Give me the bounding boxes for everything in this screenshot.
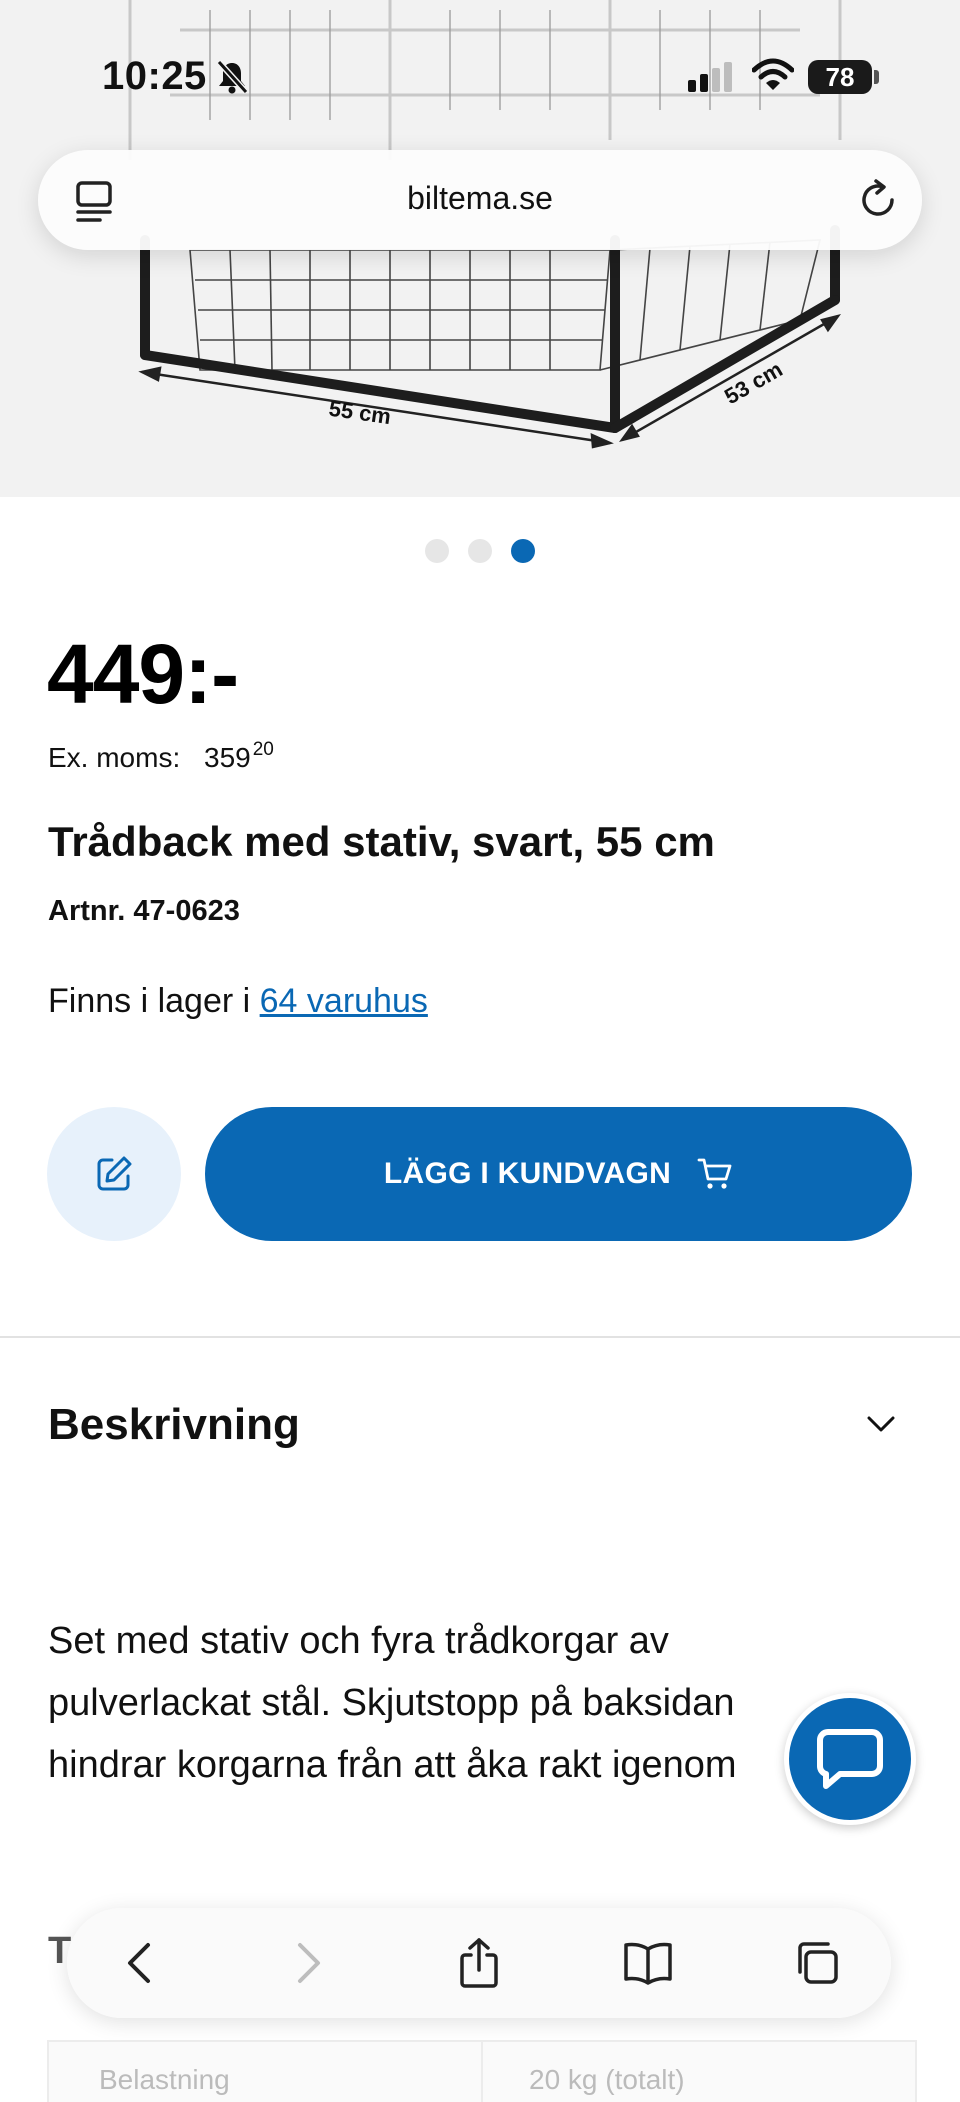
status-time: 10:25 [102,54,207,98]
ex-moms-value: 359 [204,742,251,773]
ex-moms-price: Ex. moms: 359 20 [48,739,274,774]
product-price: 449:- [47,627,239,721]
edit-list-button[interactable] [47,1107,181,1241]
carousel-dot-3-active[interactable] [511,539,535,563]
stock-stores-link[interactable]: 64 varuhus [260,982,428,1020]
stock-prefix: Finns i lager i [48,982,260,1020]
tabs-icon[interactable] [789,1935,845,1991]
carousel-dot-2[interactable] [468,539,492,563]
status-bar: 10:25 78 [0,0,960,120]
spec-label: Belastning [99,2064,230,2095]
wifi-icon [751,58,795,97]
share-icon[interactable] [451,1935,507,1991]
address-bar[interactable]: biltema.se [38,150,922,250]
ex-moms-decimals: 20 [252,739,274,760]
product-title: Trådback med stativ, svart, 55 cm [48,818,715,865]
spec-table-peek: Belastning 20 kg (totalt) [47,2040,917,2102]
bookmarks-icon[interactable] [620,1935,676,1991]
chevron-down-icon[interactable] [866,1414,896,1439]
section-divider [0,1336,960,1338]
carousel-dot-1[interactable] [425,539,449,563]
ex-moms-label: Ex. moms: [48,742,181,773]
spec-value: 20 kg (totalt) [529,2064,685,2095]
stock-status: Finns i lager i 64 varuhus [48,982,428,1021]
dimension-width-label: 55 cm [327,396,392,429]
article-number: Artnr. 47-0623 [48,895,240,927]
add-to-cart-button[interactable]: LÄGG I KUNDVAGN [205,1107,912,1241]
silent-bell-icon [216,59,249,99]
battery-tip [874,70,879,84]
forward-icon[interactable] [281,1935,337,1991]
add-to-cart-label: LÄGG I KUNDVAGN [383,1157,672,1190]
chat-button[interactable] [784,1693,916,1825]
description-text: Set med stativ och fyra trådkorgar av pu… [48,1620,737,1786]
back-icon[interactable] [111,1935,167,1991]
spec-table-separator [481,2042,483,2102]
reload-icon[interactable] [856,178,900,227]
cellular-signal-icon [688,62,734,97]
edit-icon [97,1156,132,1191]
shopping-cart-icon [697,1158,732,1189]
browser-toolbar [67,1908,891,2018]
address-url[interactable]: biltema.se [38,180,922,217]
description-heading[interactable]: Beskrivning [48,1400,300,1450]
battery-indicator: 78 [808,60,872,94]
chat-bubble-icon [817,1729,883,1789]
